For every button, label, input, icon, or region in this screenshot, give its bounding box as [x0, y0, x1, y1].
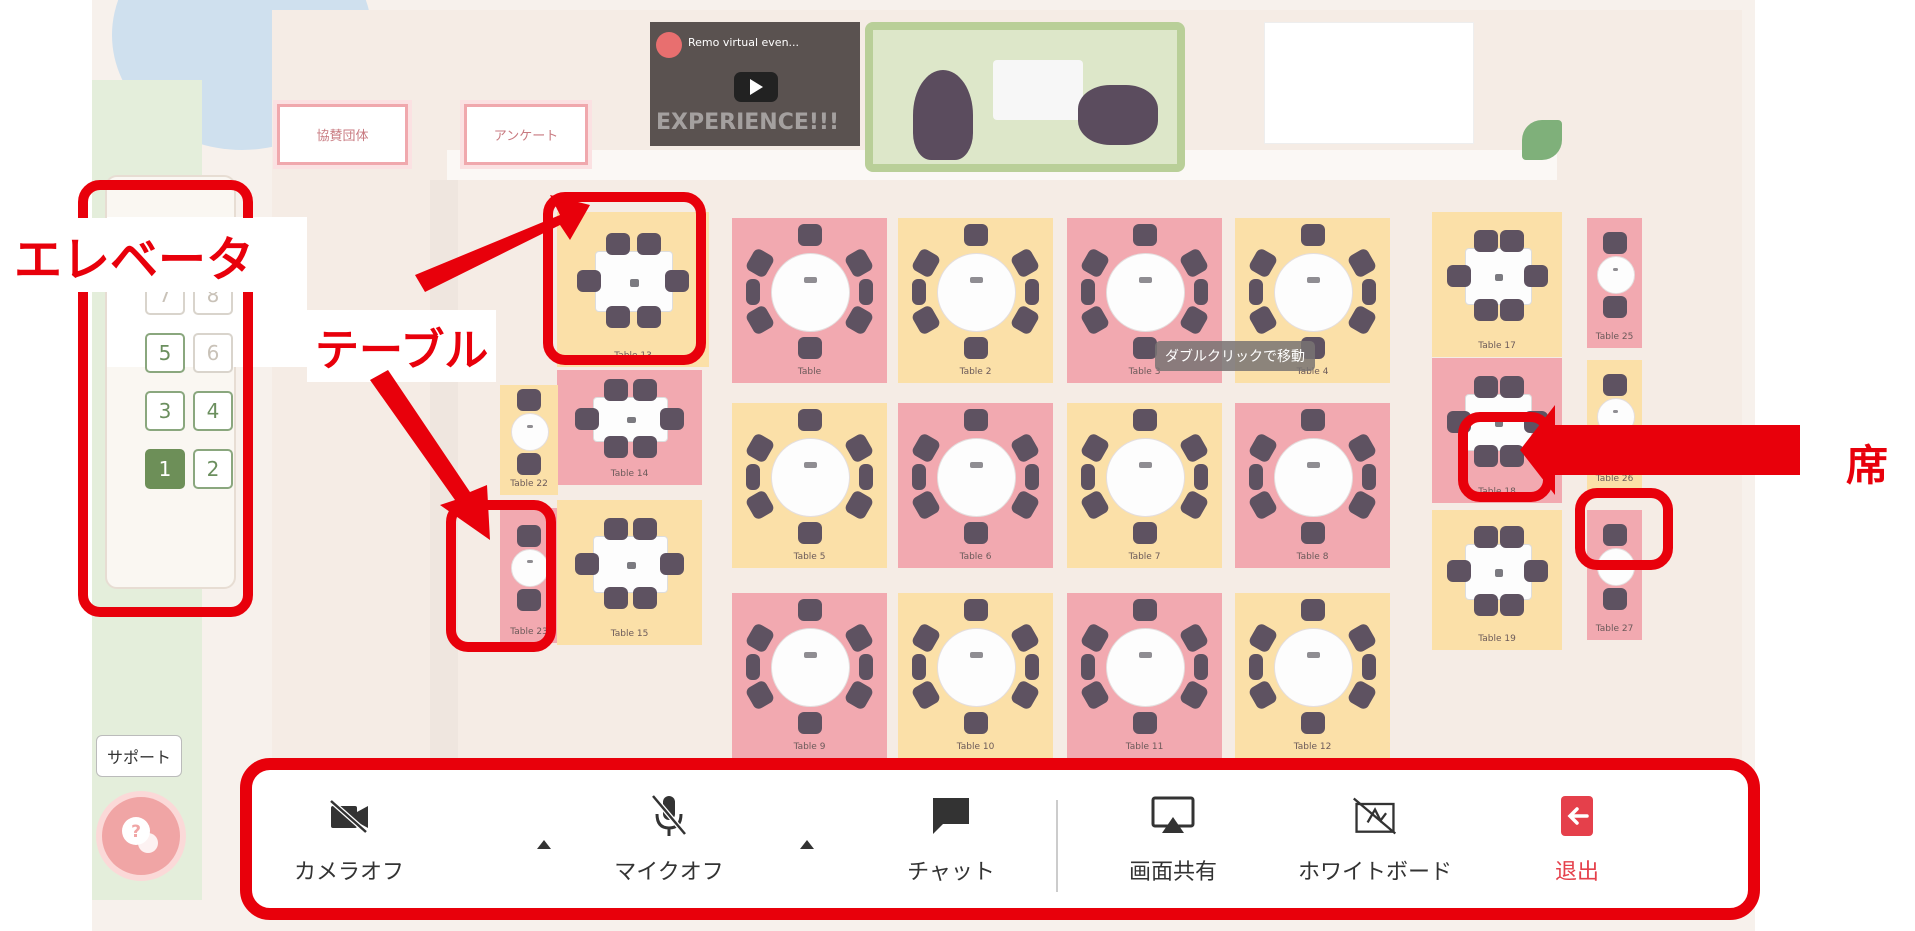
help-chat-icon: ? [122, 817, 158, 853]
exit-button[interactable]: 退出 [1482, 792, 1672, 886]
exit-icon [1553, 792, 1601, 840]
mic-toggle-label: マイクオフ [614, 860, 724, 885]
whiteboard-icon [1351, 792, 1399, 840]
camera-toggle-button[interactable]: カメラオフ [254, 792, 444, 886]
camera-toggle-label: カメラオフ [293, 860, 404, 885]
chat-icon [927, 792, 975, 840]
screen-share-label: 画面共有 [1128, 860, 1217, 885]
camera-options-caret[interactable] [537, 840, 551, 849]
table-13-highlight [543, 192, 706, 365]
support-button[interactable]: ? [102, 797, 180, 875]
meeting-toolbar: カメラオフ マイクオフ チャット 画面共有 ホワイトボード 退出 [240, 758, 1760, 920]
chat-label: チャット [907, 860, 995, 885]
table-23-highlight [446, 500, 556, 652]
arrow-to-seat [1520, 405, 1800, 495]
support-label: サポート [106, 748, 171, 767]
mic-toggle-button[interactable]: マイクオフ [574, 792, 764, 886]
whiteboard-button[interactable]: ホワイトボード [1280, 792, 1470, 886]
seat-highlight-2 [1575, 488, 1673, 570]
toolbar-divider [1056, 800, 1058, 892]
support-tooltip: サポート [96, 735, 182, 777]
exit-label: 退出 [1554, 860, 1599, 885]
seat-highlight-1 [1458, 412, 1553, 502]
screen-share-button[interactable]: 画面共有 [1078, 792, 1268, 886]
whiteboard-label: ホワイトボード [1297, 860, 1452, 885]
chat-button[interactable]: チャット [856, 792, 1046, 886]
mic-off-icon [645, 792, 693, 840]
mic-options-caret[interactable] [800, 840, 814, 849]
camera-off-icon [325, 792, 373, 840]
screen-share-icon [1149, 792, 1197, 840]
